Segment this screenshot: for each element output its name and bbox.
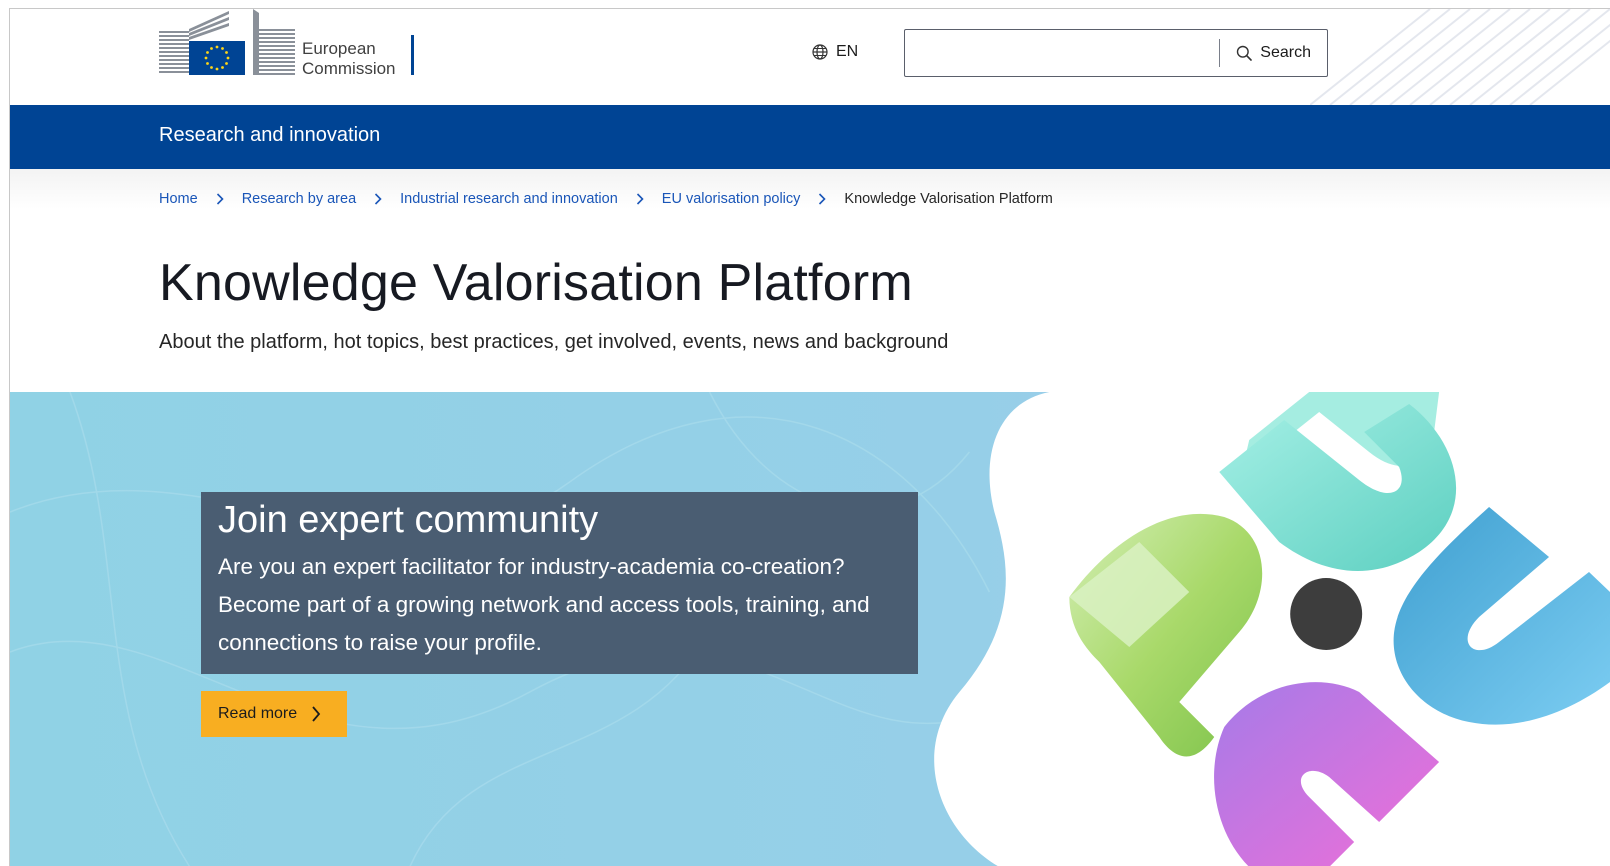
breadcrumb: Home Research by area Industrial researc… bbox=[159, 189, 1053, 209]
search-button[interactable]: Search bbox=[1220, 30, 1327, 76]
logo-line-1: European bbox=[302, 39, 376, 58]
logo-text: European Commission bbox=[302, 39, 396, 79]
site-header: European Commission EN Search bbox=[10, 9, 1610, 105]
chevron-right-icon bbox=[374, 193, 382, 205]
site-name-link[interactable]: Research and innovation bbox=[159, 124, 380, 147]
breadcrumb-link-industrial-research[interactable]: Industrial research and innovation bbox=[400, 191, 618, 207]
search-icon bbox=[1237, 45, 1253, 61]
promo-card-text: Are you an expert facilitator for indust… bbox=[218, 554, 870, 655]
language-selector[interactable]: EN bbox=[812, 40, 858, 64]
read-more-label: Read more bbox=[218, 705, 298, 722]
logo-divider bbox=[411, 35, 414, 75]
page-subtitle: About the platform, hot topics, best pra… bbox=[159, 331, 949, 353]
promo-card: Join expert community Are you an expert … bbox=[201, 492, 918, 674]
chevron-right-icon bbox=[818, 193, 827, 205]
globe-icon bbox=[812, 44, 828, 60]
browser-viewport: European Commission EN Search Research a… bbox=[9, 8, 1610, 866]
breadcrumb-link-research-by-area[interactable]: Research by area bbox=[242, 191, 356, 207]
site-name-bar: Research and innovation bbox=[10, 105, 1610, 169]
search-button-label: Search bbox=[1260, 44, 1311, 61]
ec-emblem-icon bbox=[159, 9, 295, 75]
search-form: Search bbox=[904, 29, 1328, 77]
page-title: Knowledge Valorisation Platform bbox=[159, 254, 913, 312]
read-more-button[interactable]: Read more bbox=[201, 691, 347, 737]
promo-card-title: Join expert community bbox=[218, 499, 599, 541]
language-code: EN bbox=[836, 43, 859, 60]
breadcrumb-current-page: Knowledge Valorisation Platform bbox=[844, 191, 1053, 207]
search-input[interactable] bbox=[905, 30, 1220, 76]
breadcrumb-link-eu-valorisation-policy[interactable]: EU valorisation policy bbox=[662, 191, 801, 207]
chevron-right-icon bbox=[636, 193, 644, 205]
breadcrumb-link-home[interactable]: Home bbox=[159, 191, 198, 207]
header-decoration bbox=[1310, 9, 1610, 105]
european-commission-logo[interactable]: European Commission bbox=[159, 9, 419, 79]
chevron-right-icon bbox=[312, 706, 321, 722]
chevron-right-icon bbox=[216, 193, 224, 205]
logo-line-2: Commission bbox=[302, 59, 396, 78]
hero-banner: Join expert community Are you an expert … bbox=[10, 392, 1610, 866]
